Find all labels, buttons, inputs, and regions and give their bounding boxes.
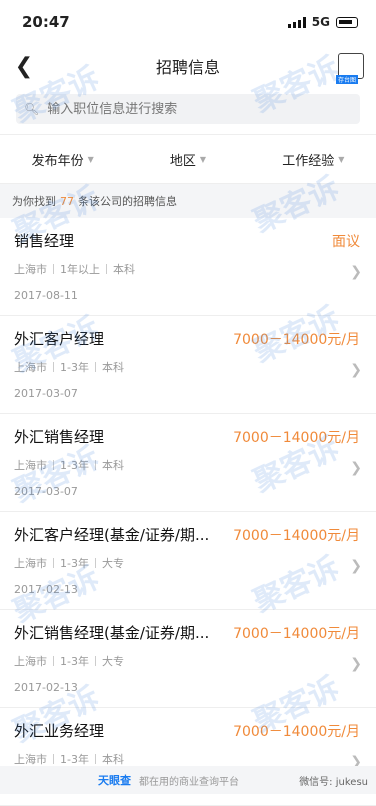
share-tag: 存台图 xyxy=(336,75,359,84)
filter-year-label: 发布年份 xyxy=(31,153,84,169)
job-salary: 7000－14000元/月 xyxy=(233,331,360,348)
job-experience: 1-3年 xyxy=(60,557,89,570)
job-city: 上海市 xyxy=(14,557,47,570)
job-experience: 1-3年 xyxy=(60,655,89,668)
divider xyxy=(106,264,107,274)
result-count: 77 xyxy=(60,194,74,208)
job-experience: 1-3年 xyxy=(60,459,89,472)
share-button[interactable]: 存台图 xyxy=(336,53,364,84)
job-experience: 1-3年 xyxy=(60,753,89,766)
filter-year[interactable]: 发布年份 ▼ xyxy=(0,135,125,183)
job-city: 上海市 xyxy=(14,263,47,276)
back-icon[interactable]: ❮ xyxy=(12,54,36,79)
job-item[interactable]: 外汇销售经理(基金/证券/期... 7000－14000元/月 上海市 1-3年 大专… xyxy=(0,610,376,708)
job-education: 大专 xyxy=(101,655,124,668)
job-date: 2017-08-11 xyxy=(14,289,78,302)
filter-bar: 发布年份 ▼ 地区 ▼ 工作经验 ▼ xyxy=(0,134,376,184)
job-education: 本科 xyxy=(101,459,124,472)
divider xyxy=(53,362,54,372)
filter-region-label: 地区 xyxy=(169,153,196,169)
result-summary: 为你找到 77 条该公司的招聘信息 xyxy=(0,184,376,218)
footer-slogan: 都在用的商业查询平台 xyxy=(139,776,239,788)
chevron-down-icon: ▼ xyxy=(87,154,94,164)
filter-experience[interactable]: 工作经验 ▼ xyxy=(251,135,376,183)
filter-experience-label: 工作经验 xyxy=(282,153,335,169)
divider xyxy=(53,754,54,764)
job-education: 本科 xyxy=(101,361,124,374)
search-section: 🔍︎ xyxy=(0,88,376,134)
brand-logo: 天眼查 xyxy=(98,774,131,787)
job-city: 上海市 xyxy=(14,459,47,472)
job-education: 本科 xyxy=(113,263,135,276)
result-prefix: 为你找到 xyxy=(12,195,56,208)
job-title: 外汇客户经理(基金/证券/期... xyxy=(14,526,210,544)
chevron-down-icon: ▼ xyxy=(338,154,345,164)
status-indicators: 5G xyxy=(287,15,358,29)
divider xyxy=(94,754,96,764)
job-salary: 7000－14000元/月 xyxy=(233,625,360,642)
chevron-right-icon: ❯ xyxy=(350,558,362,574)
divider xyxy=(53,656,54,666)
page-title: 招聘信息 xyxy=(155,58,220,77)
job-city: 上海市 xyxy=(14,655,47,668)
job-title: 外汇销售经理(基金/证券/期... xyxy=(14,624,210,642)
filter-region[interactable]: 地区 ▼ xyxy=(125,135,250,183)
divider xyxy=(94,460,96,470)
job-date: 2017-03-07 xyxy=(14,485,78,498)
search-input[interactable] xyxy=(45,100,330,118)
job-salary: 面议 xyxy=(332,233,360,250)
wechat-id: 微信号: jukesu xyxy=(299,776,368,788)
search-box[interactable]: 🔍︎ xyxy=(16,94,360,124)
job-title: 外汇业务经理 xyxy=(14,722,105,740)
job-city: 上海市 xyxy=(14,753,47,766)
job-experience: 1年以上 xyxy=(60,263,100,276)
job-date: 2017-03-07 xyxy=(14,387,78,400)
footer-bar: 天眼查 都在用的商业查询平台 微信号: jukesu xyxy=(0,766,376,794)
job-item[interactable]: 销售经理 面议 上海市 1年以上 本科 2017-08-11 ❯ xyxy=(0,218,376,316)
job-list: 销售经理 面议 上海市 1年以上 本科 2017-08-11 ❯ 外汇客户经理 7000… xyxy=(0,218,376,806)
job-item[interactable]: 外汇销售经理 7000－14000元/月 上海市 1-3年 本科 2017-03-07… xyxy=(0,414,376,512)
job-salary: 7000－14000元/月 xyxy=(233,527,360,544)
signal-icon xyxy=(287,16,306,28)
chevron-right-icon: ❯ xyxy=(350,460,362,476)
divider xyxy=(53,460,54,470)
job-city: 上海市 xyxy=(14,361,47,374)
job-salary: 7000－14000元/月 xyxy=(233,429,360,446)
job-salary: 7000－14000元/月 xyxy=(233,723,360,740)
divider xyxy=(94,362,96,372)
divider xyxy=(53,558,54,568)
result-suffix: 条该公司的招聘信息 xyxy=(78,195,177,208)
nav-bar: ❮ 招聘信息 存台图 xyxy=(0,44,376,88)
chevron-right-icon: ❯ xyxy=(350,264,362,280)
search-icon: 🔍︎ xyxy=(24,102,40,116)
job-title: 销售经理 xyxy=(14,232,75,250)
chevron-down-icon: ▼ xyxy=(199,154,207,164)
chevron-right-icon: ❯ xyxy=(350,656,362,672)
battery-icon xyxy=(336,16,358,28)
job-date: 2017-02-13 xyxy=(14,583,78,596)
job-item[interactable]: 外汇客户经理 7000－14000元/月 上海市 1-3年 本科 2017-03-07… xyxy=(0,316,376,414)
network-label: 5G xyxy=(311,15,330,29)
job-title: 外汇客户经理 xyxy=(14,330,105,348)
divider xyxy=(94,656,96,666)
job-title: 外汇销售经理 xyxy=(14,428,105,446)
job-experience: 1-3年 xyxy=(60,361,89,374)
divider xyxy=(53,264,54,274)
status-bar: 20:47 5G xyxy=(0,0,376,44)
status-time: 20:47 xyxy=(22,13,70,31)
job-education: 本科 xyxy=(101,753,124,766)
job-date: 2017-02-13 xyxy=(14,681,78,694)
divider xyxy=(94,558,96,568)
job-item[interactable]: 外汇客户经理(基金/证券/期... 7000－14000元/月 上海市 1-3年 大专… xyxy=(0,512,376,610)
job-education: 大专 xyxy=(101,557,124,570)
chevron-right-icon: ❯ xyxy=(350,362,362,378)
